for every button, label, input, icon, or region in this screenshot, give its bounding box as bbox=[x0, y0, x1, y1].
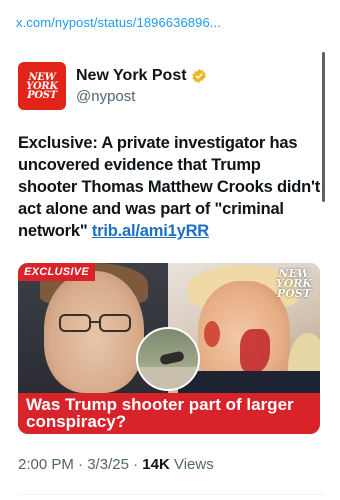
tweet-body: Exclusive: A private investigator has un… bbox=[18, 132, 324, 242]
tweet-meta: 2:00 PM · 3/3/25 · 14K Views bbox=[18, 456, 214, 473]
author-name[interactable]: New York Post bbox=[76, 67, 187, 85]
glasses-shape bbox=[59, 314, 131, 332]
tweet-time[interactable]: 2:00 PM bbox=[18, 456, 74, 473]
tweet-date[interactable]: 3/3/25 bbox=[87, 456, 129, 473]
avatar-text-3: POST bbox=[27, 89, 57, 101]
photo-blood bbox=[240, 329, 270, 373]
card-headline: Was Trump shooter part of larger conspir… bbox=[26, 395, 294, 431]
meta-separator-1: · bbox=[73, 456, 88, 473]
tweet-link[interactable]: trib.al/ami1yRR bbox=[92, 222, 209, 240]
address-bar[interactable]: x.com/nypost/status/1896636896... bbox=[0, 0, 340, 40]
tweet-header: NEW YORK POST New York Post @nypost bbox=[18, 62, 207, 110]
exclusive-badge: EXCLUSIVE bbox=[18, 263, 96, 281]
name-row: New York Post bbox=[76, 67, 207, 85]
url-text[interactable]: x.com/nypost/status/1896636896... bbox=[16, 15, 221, 30]
card-logo: NEW YORK POST bbox=[276, 268, 312, 300]
inset-figure bbox=[159, 350, 185, 366]
avatar[interactable]: NEW YORK POST bbox=[18, 62, 66, 110]
author-handle[interactable]: @nypost bbox=[76, 88, 207, 105]
verified-badge-icon[interactable] bbox=[191, 68, 207, 84]
photo-ear bbox=[204, 321, 220, 347]
views-label: Views bbox=[169, 456, 214, 473]
inset-photo-roof bbox=[136, 327, 200, 391]
inset-ground bbox=[138, 367, 198, 389]
card-headline-band: Was Trump shooter part of larger conspir… bbox=[18, 393, 320, 434]
author-info: New York Post @nypost bbox=[76, 67, 207, 105]
divider bbox=[18, 494, 324, 495]
media-card[interactable]: EXCLUSIVE NEW YORK POST Was Trump shoote… bbox=[18, 263, 320, 434]
meta-separator-2: · bbox=[128, 456, 143, 473]
views-count[interactable]: 14K bbox=[142, 456, 170, 473]
card-logo-text-3: POST bbox=[276, 287, 311, 300]
